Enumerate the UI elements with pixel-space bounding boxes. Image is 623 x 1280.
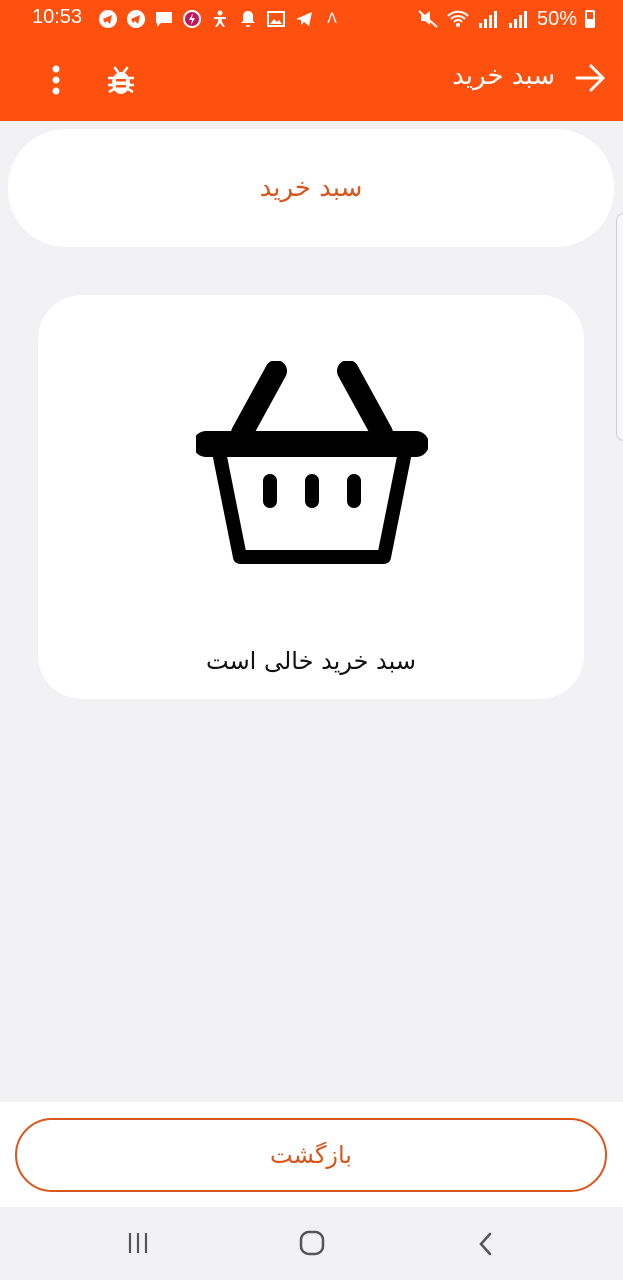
header-card: سبد خرید bbox=[8, 129, 614, 247]
back-icon[interactable] bbox=[476, 1231, 496, 1257]
chevron-up-icon: Λ bbox=[327, 11, 337, 27]
signal-icon bbox=[478, 11, 497, 28]
status-bar: 10:53 Λ 50% bbox=[0, 0, 623, 38]
battery-icon bbox=[585, 10, 595, 28]
telegram-send-icon bbox=[296, 12, 312, 26]
wifi-icon bbox=[447, 10, 469, 27]
app-bar: سبد خرید bbox=[0, 38, 623, 121]
mute-icon bbox=[418, 10, 438, 28]
status-time: 10:53 bbox=[32, 6, 83, 28]
accessibility-icon bbox=[214, 10, 226, 27]
image-icon bbox=[267, 11, 285, 27]
footer: بازگشت bbox=[0, 1102, 623, 1207]
message-icon bbox=[156, 12, 172, 27]
bug-icon[interactable] bbox=[106, 62, 136, 98]
recents-icon[interactable] bbox=[126, 1231, 150, 1255]
home-icon[interactable] bbox=[298, 1229, 326, 1257]
charge-app-icon bbox=[183, 10, 201, 28]
system-nav-bar bbox=[0, 1207, 623, 1280]
bell-icon bbox=[241, 11, 255, 27]
section-title: سبد خرید bbox=[259, 173, 363, 203]
signal-icon bbox=[508, 11, 527, 28]
more-vert-icon[interactable] bbox=[46, 63, 66, 97]
system-icons: 50% bbox=[417, 6, 595, 32]
battery-percent: 50% bbox=[536, 7, 577, 30]
side-drawer-handle[interactable] bbox=[616, 213, 623, 441]
empty-cart-card: سبد خرید خالی است bbox=[38, 295, 584, 699]
basket-icon bbox=[196, 361, 428, 564]
back-arrow-icon[interactable] bbox=[573, 60, 609, 96]
empty-cart-message: سبد خرید خالی است bbox=[206, 647, 416, 675]
back-button[interactable]: بازگشت bbox=[15, 1118, 607, 1192]
telegram-icon bbox=[127, 10, 145, 28]
telegram-icon bbox=[99, 10, 117, 28]
page-title: سبد خرید bbox=[452, 61, 555, 91]
notification-icons: Λ bbox=[98, 8, 342, 30]
